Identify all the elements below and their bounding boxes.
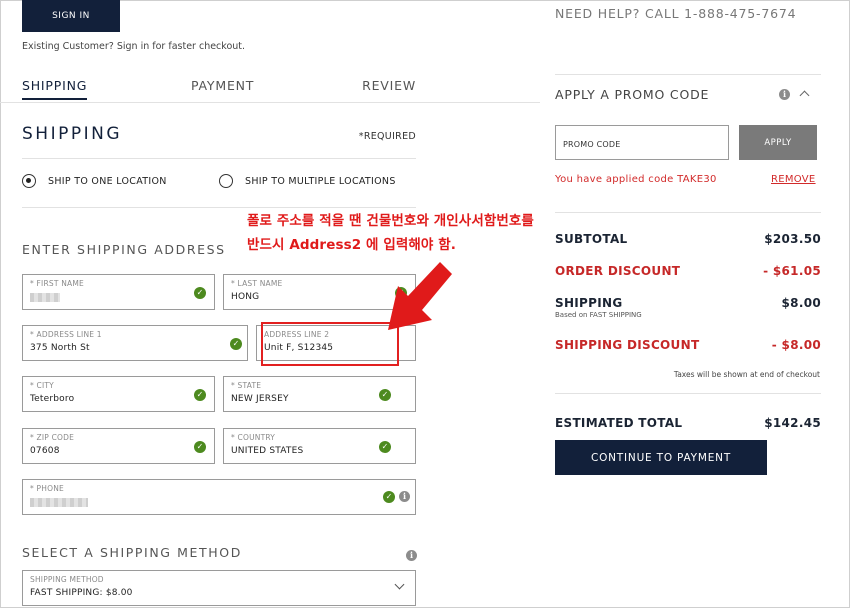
- check-icon: ✓: [194, 287, 206, 299]
- continue-to-payment-button[interactable]: CONTINUE TO PAYMENT: [555, 440, 767, 475]
- field-label: SHIPPING METHOD: [30, 575, 104, 584]
- field-label: * STATE: [231, 381, 262, 390]
- promo-code-input[interactable]: PROMO CODE: [555, 125, 729, 160]
- sign-in-button[interactable]: SIGN IN: [22, 0, 120, 32]
- phone-field[interactable]: * PHONE ✓ i: [22, 479, 416, 515]
- remove-promo-link[interactable]: REMOVE: [771, 174, 816, 185]
- annotation-highlight-box: [261, 322, 399, 366]
- estimated-total-label: ESTIMATED TOTAL: [555, 416, 683, 430]
- divider: [555, 74, 821, 75]
- subtotal-amount: $203.50: [764, 232, 821, 246]
- zip-code-field[interactable]: * ZIP CODE 07608 ✓: [22, 428, 215, 464]
- shipping-discount-amount: - $8.00: [771, 338, 821, 352]
- required-note: *REQUIRED: [358, 131, 416, 142]
- annotation-text: 폴로 주소를 적을 땐 건물번호와 개인사서함번호를: [247, 213, 534, 229]
- info-icon[interactable]: i: [399, 491, 410, 502]
- field-value: 07608: [30, 446, 60, 456]
- select-shipping-method-title: SELECT A SHIPPING METHOD: [22, 545, 242, 560]
- redacted-value: [30, 498, 88, 507]
- annotation-text: 반드시 Address2 에 입력해야 함.: [247, 237, 456, 253]
- shipping-method-select[interactable]: SHIPPING METHOD FAST SHIPPING: $8.00: [22, 570, 416, 606]
- radio-selected-icon[interactable]: [22, 174, 36, 188]
- shipping-row: SHIPPING $8.00: [555, 296, 821, 310]
- field-label: * ZIP CODE: [30, 433, 75, 442]
- shipping-discount-row: SHIPPING DISCOUNT - $8.00: [555, 338, 821, 352]
- divider: [22, 207, 416, 208]
- check-icon: ✓: [379, 441, 391, 453]
- field-label: * LAST NAME: [231, 279, 283, 288]
- field-label: * ADDRESS LINE 1: [30, 330, 102, 339]
- subtotal-label: SUBTOTAL: [555, 232, 628, 246]
- existing-customer-text: Existing Customer? Sign in for faster ch…: [22, 41, 246, 52]
- applied-code-message: You have applied code TAKE30: [555, 174, 717, 185]
- check-icon: ✓: [379, 389, 391, 401]
- ship-one-location-option[interactable]: SHIP TO ONE LOCATION: [22, 174, 167, 188]
- chevron-down-icon: [394, 579, 405, 590]
- country-field[interactable]: * COUNTRY UNITED STATES ✓: [223, 428, 416, 464]
- radio-unselected-icon[interactable]: [219, 174, 233, 188]
- field-value: Teterboro: [30, 394, 75, 404]
- subtotal-row: SUBTOTAL $203.50: [555, 232, 821, 246]
- annotation-arrow-icon: [388, 262, 452, 330]
- field-value: NEW JERSEY: [231, 394, 289, 404]
- city-field[interactable]: * CITY Teterboro ✓: [22, 376, 215, 412]
- check-icon: ✓: [383, 491, 395, 503]
- step-payment[interactable]: PAYMENT: [191, 78, 254, 93]
- taxes-note: Taxes will be shown at end of checkout: [673, 370, 820, 379]
- info-icon[interactable]: i: [406, 550, 417, 561]
- shipping-title: SHIPPING: [22, 124, 122, 144]
- check-icon: ✓: [194, 441, 206, 453]
- divider: [22, 158, 416, 159]
- shipping-subtext: Based on FAST SHIPPING: [555, 311, 642, 319]
- ship-multiple-locations-label: SHIP TO MULTIPLE LOCATIONS: [245, 175, 396, 187]
- state-field[interactable]: * STATE NEW JERSEY ✓: [223, 376, 416, 412]
- info-icon[interactable]: i: [779, 89, 790, 100]
- shipping-amount: $8.00: [781, 296, 821, 310]
- check-icon: ✓: [194, 389, 206, 401]
- field-label: * CITY: [30, 381, 54, 390]
- first-name-field[interactable]: * FIRST NAME ✓: [22, 274, 215, 310]
- estimated-total-amount: $142.45: [764, 416, 821, 430]
- field-value: FAST SHIPPING: $8.00: [30, 588, 133, 598]
- enter-shipping-address-title: ENTER SHIPPING ADDRESS: [22, 242, 226, 257]
- help-phone-text: NEED HELP? CALL 1-888-475-7674: [555, 6, 797, 21]
- checkout-steps: SHIPPING PAYMENT REVIEW: [22, 78, 416, 102]
- redacted-value: [30, 293, 60, 302]
- field-label: * COUNTRY: [231, 433, 276, 442]
- address-line-1-field[interactable]: * ADDRESS LINE 1 375 North St ✓: [22, 325, 248, 361]
- ship-one-location-label: SHIP TO ONE LOCATION: [48, 175, 167, 187]
- field-value: UNITED STATES: [231, 446, 304, 456]
- field-value: HONG: [231, 292, 260, 302]
- divider: [555, 212, 821, 213]
- ship-multiple-locations-option[interactable]: SHIP TO MULTIPLE LOCATIONS: [219, 174, 396, 188]
- divider: [555, 393, 821, 394]
- field-label: * FIRST NAME: [30, 279, 84, 288]
- apply-promo-button[interactable]: APPLY: [739, 125, 817, 160]
- order-discount-row: ORDER DISCOUNT - $61.05: [555, 264, 821, 278]
- shipping-discount-label: SHIPPING DISCOUNT: [555, 338, 700, 352]
- step-shipping[interactable]: SHIPPING: [22, 78, 88, 100]
- order-discount-label: ORDER DISCOUNT: [555, 264, 681, 278]
- steps-divider: [0, 102, 540, 103]
- promo-code-heading[interactable]: APPLY A PROMO CODE: [555, 87, 709, 102]
- field-label: * PHONE: [30, 484, 64, 493]
- field-value: 375 North St: [30, 343, 90, 353]
- estimated-total-row: ESTIMATED TOTAL $142.45: [555, 416, 821, 430]
- shipping-label: SHIPPING: [555, 296, 623, 310]
- step-review[interactable]: REVIEW: [362, 78, 416, 93]
- order-discount-amount: - $61.05: [763, 264, 821, 278]
- check-icon: ✓: [230, 338, 242, 350]
